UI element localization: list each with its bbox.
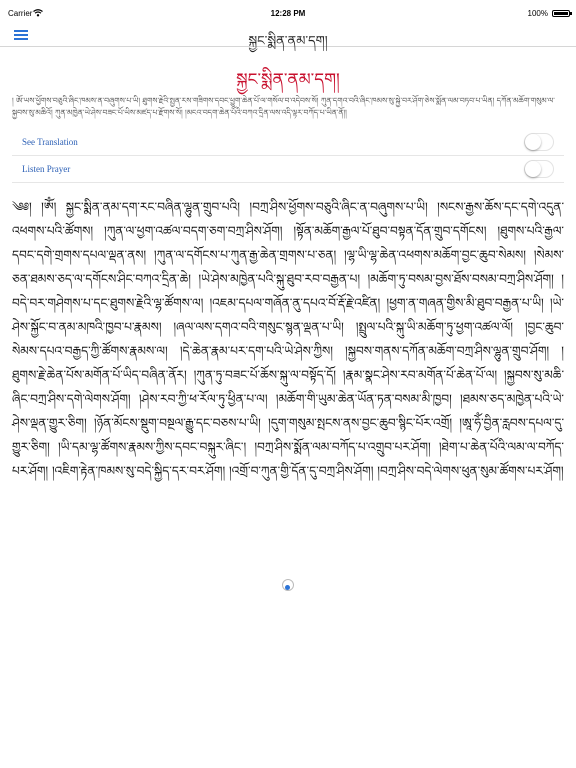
translation-row: See Translation bbox=[12, 130, 564, 156]
loading-indicator-icon bbox=[282, 579, 294, 591]
clock: 12:28 PM bbox=[270, 9, 306, 18]
prayer-text: ༄༅། །ཨོཾ། སྐྱང་སྨིན་ནམ་དག་རང་བཞིན་ལྷུན་ག… bbox=[12, 200, 564, 478]
nav-title: སྐྱང་སྨིན་ནམ་དག། bbox=[248, 34, 328, 49]
listen-prayer-toggle[interactable] bbox=[524, 160, 554, 178]
listen-prayer-label: Listen Prayer bbox=[22, 164, 71, 174]
listen-row: Listen Prayer bbox=[12, 157, 564, 183]
battery-icon bbox=[552, 10, 572, 17]
see-translation-toggle[interactable] bbox=[524, 133, 554, 151]
status-bar: Carrier 12:28 PM 100% bbox=[0, 0, 576, 20]
battery-percent: 100% bbox=[527, 9, 548, 18]
navigation-bar: སྐྱང་སྨིན་ནམ་དག། bbox=[0, 20, 576, 49]
intro-text: ། ཨོ་ཡས་ཕྱོགས་བཅུའི་ཞིང་ཁམས་ན་བཞུགས་པ་ཡི… bbox=[12, 96, 555, 117]
see-translation-label: See Translation bbox=[22, 137, 78, 147]
